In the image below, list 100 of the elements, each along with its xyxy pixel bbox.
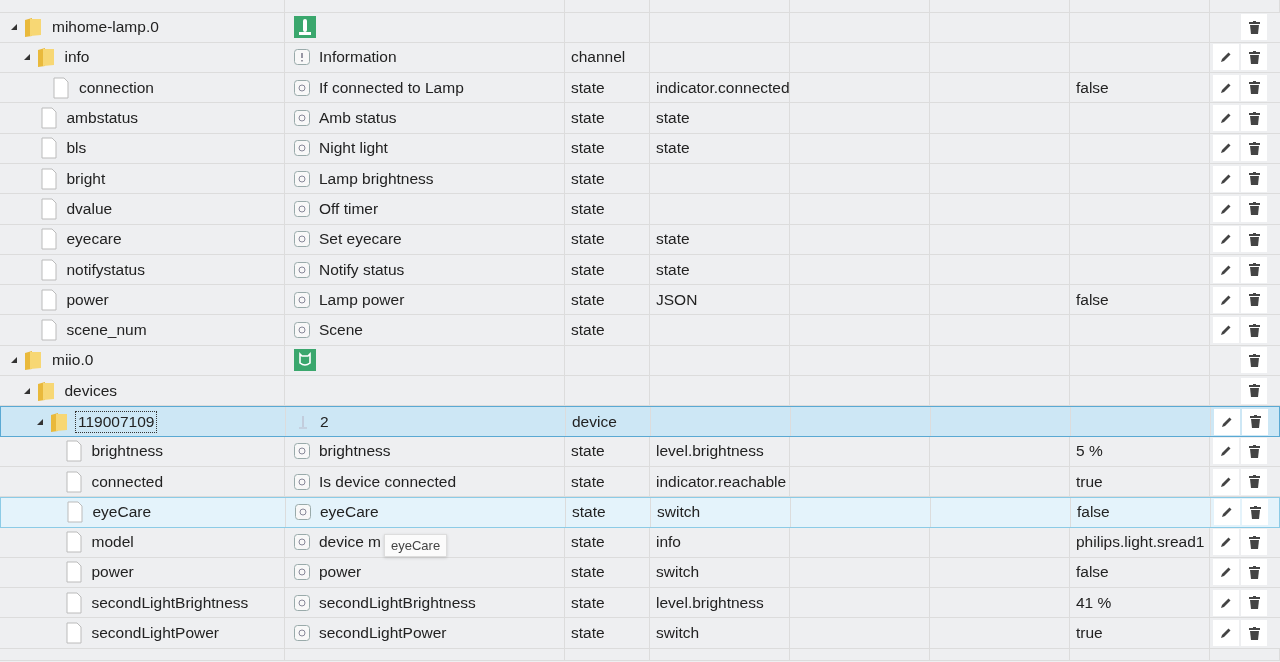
delete-button[interactable]: [1241, 165, 1267, 192]
file-icon: [40, 288, 57, 311]
delete-button[interactable]: [1241, 105, 1267, 132]
edit-button[interactable]: [1213, 529, 1239, 556]
object-description: brightness: [319, 442, 391, 461]
delete-button[interactable]: [1241, 468, 1267, 495]
object-role: switch: [657, 503, 701, 522]
delete-button[interactable]: [1241, 195, 1267, 222]
edit-button[interactable]: [1213, 74, 1239, 101]
edit-button[interactable]: [1213, 165, 1239, 192]
edit-button[interactable]: [1214, 408, 1240, 435]
object-name[interactable]: power: [89, 562, 136, 583]
edit-button[interactable]: [1213, 195, 1239, 222]
edit-button[interactable]: [1213, 105, 1239, 132]
object-name[interactable]: secondLightBrightness: [89, 592, 251, 613]
object-type: state: [571, 563, 605, 582]
trash-icon: [1248, 444, 1260, 458]
trash-icon: [1249, 505, 1261, 519]
state-icon: [294, 291, 310, 308]
object-name[interactable]: connection: [77, 77, 156, 98]
state-icon: [294, 564, 310, 581]
edit-button[interactable]: [1213, 226, 1239, 253]
delete-button[interactable]: [1241, 74, 1267, 101]
object-name[interactable]: power: [64, 289, 111, 310]
object-description: Off timer: [319, 199, 379, 218]
object-value: philips.light.sread1: [1076, 533, 1205, 552]
object-description: Amb status: [319, 109, 397, 128]
object-name[interactable]: model: [89, 532, 136, 553]
edit-button[interactable]: [1214, 499, 1240, 526]
pencil-icon: [1220, 324, 1232, 337]
edit-button[interactable]: [1213, 559, 1239, 586]
object-type: state: [571, 199, 605, 218]
pencil-icon: [1220, 81, 1232, 94]
edit-button[interactable]: [1213, 286, 1239, 313]
object-name[interactable]: dvalue: [64, 198, 115, 219]
delete-button[interactable]: [1241, 44, 1267, 71]
object-value: true: [1076, 472, 1103, 491]
delete-button[interactable]: [1241, 14, 1267, 41]
edit-button[interactable]: [1213, 438, 1239, 465]
trash-icon: [1248, 111, 1260, 125]
object-value: false: [1076, 563, 1109, 582]
edit-button[interactable]: [1213, 317, 1239, 344]
file-icon: [65, 591, 82, 614]
trash-icon: [1248, 81, 1260, 95]
object-name[interactable]: bright: [64, 168, 108, 189]
trash-icon: [1248, 172, 1260, 186]
state-icon: [294, 261, 310, 278]
file-icon: [40, 228, 57, 251]
delete-button[interactable]: [1241, 377, 1267, 404]
object-name[interactable]: eyecare: [64, 229, 124, 250]
edit-button[interactable]: [1213, 589, 1239, 616]
pencil-icon: [1220, 202, 1232, 215]
pencil-icon: [1220, 293, 1232, 306]
delete-button[interactable]: [1241, 226, 1267, 253]
delete-button[interactable]: [1241, 286, 1267, 313]
object-description: Set eyecare: [319, 230, 402, 249]
delete-button[interactable]: [1242, 499, 1268, 526]
file-icon: [66, 501, 83, 524]
state-icon: [294, 79, 310, 96]
object-name[interactable]: connected: [89, 471, 166, 492]
object-name[interactable]: scene_num: [64, 320, 149, 341]
trash-icon: [1248, 141, 1260, 155]
object-name[interactable]: 119007109: [76, 411, 157, 432]
pencil-icon: [1220, 51, 1232, 64]
object-description: secondLightBrightness: [319, 593, 476, 612]
object-role: state: [656, 109, 690, 128]
edit-button[interactable]: [1213, 135, 1239, 162]
object-type: state: [571, 139, 605, 158]
object-description: power: [319, 563, 362, 582]
delete-button[interactable]: [1242, 408, 1268, 435]
object-name[interactable]: info: [62, 47, 92, 68]
object-name[interactable]: miio.0: [50, 350, 96, 371]
trash-icon: [1248, 384, 1260, 398]
object-name[interactable]: bls: [64, 138, 89, 159]
object-name[interactable]: eyeCare: [90, 502, 154, 523]
delete-button[interactable]: [1241, 589, 1267, 616]
object-name[interactable]: ambstatus: [64, 108, 140, 129]
object-description: Notify status: [319, 260, 405, 279]
cat-face-icon: [294, 349, 316, 372]
object-name[interactable]: brightness: [89, 441, 165, 462]
delete-button[interactable]: [1241, 256, 1267, 283]
object-name[interactable]: devices: [62, 380, 120, 401]
state-icon: [294, 473, 310, 490]
object-role: state: [656, 139, 690, 158]
delete-button[interactable]: [1241, 317, 1267, 344]
object-name[interactable]: notifystatus: [64, 259, 147, 280]
delete-button[interactable]: [1241, 559, 1267, 586]
delete-button[interactable]: [1241, 529, 1267, 556]
delete-button[interactable]: [1241, 438, 1267, 465]
delete-button[interactable]: [1241, 620, 1267, 647]
object-name[interactable]: secondLightPower: [89, 623, 222, 644]
delete-button[interactable]: [1241, 135, 1267, 162]
state-icon: [294, 170, 310, 187]
edit-button[interactable]: [1213, 468, 1239, 495]
pencil-icon: [1220, 263, 1232, 276]
edit-button[interactable]: [1213, 256, 1239, 283]
delete-button[interactable]: [1241, 347, 1267, 374]
edit-button[interactable]: [1213, 620, 1239, 647]
object-name[interactable]: mihome-lamp.0: [50, 17, 161, 38]
edit-button[interactable]: [1213, 44, 1239, 71]
